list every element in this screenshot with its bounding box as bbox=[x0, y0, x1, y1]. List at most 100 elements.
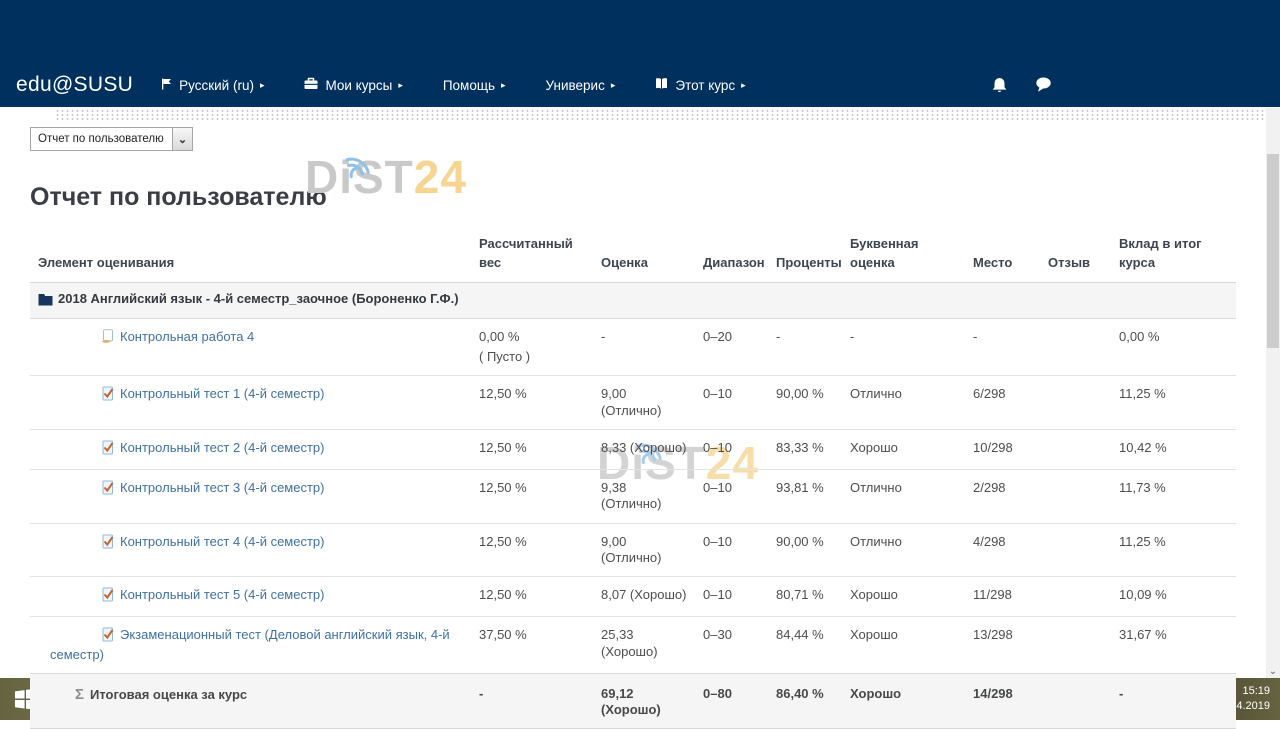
report-type-select[interactable]: Отчет по пользователю ⌄ bbox=[30, 127, 193, 151]
nav-item-label: Русский (ru) bbox=[179, 78, 254, 93]
table-row: Экзаменационный тест (Деловой английский… bbox=[30, 617, 1236, 674]
rank-value: 2/298 bbox=[965, 470, 1040, 524]
chevron-down-icon[interactable]: ⌄ bbox=[172, 128, 192, 150]
col-header-weight: Рассчитанный вес bbox=[471, 225, 593, 282]
weight-value: 12,50 % bbox=[471, 376, 593, 430]
scrollbar-down-arrow-icon[interactable]: ⌄ bbox=[1266, 667, 1280, 677]
table-row: Контрольный тест 4 (4-й семестр) 12,50 %… bbox=[30, 523, 1236, 577]
range-value: 0–30 bbox=[695, 617, 768, 674]
grade-value: - bbox=[593, 318, 695, 376]
weight-value: 12,50 % bbox=[471, 523, 593, 577]
scrollbar-thumb[interactable] bbox=[1267, 154, 1279, 348]
grade-value: 9,38 (Отлично) bbox=[593, 470, 695, 524]
table-header-row: Элемент оценивания Рассчитанный вес Оцен… bbox=[30, 225, 1236, 282]
col-header-range: Диапазон bbox=[695, 225, 768, 282]
dist24-watermark: DiST24 bbox=[305, 150, 467, 204]
folder-icon bbox=[38, 293, 53, 310]
grade-item-link[interactable]: Контрольный тест 5 (4-й семестр) bbox=[120, 587, 324, 602]
percent-value: 90,00 % bbox=[768, 376, 842, 430]
contribution-value: 0,00 % bbox=[1111, 318, 1236, 376]
percent-value: 83,33 % bbox=[768, 429, 842, 469]
briefcase-icon bbox=[304, 77, 318, 93]
weight-value: 37,50 % bbox=[471, 617, 593, 674]
page-title: Отчет по пользователю bbox=[30, 183, 327, 212]
site-header: edu@SUSU Русский (ru) ▸ Мои курсы ▸ Помо… bbox=[0, 0, 1280, 107]
table-row: Контрольный тест 1 (4-й семестр) 12,50 %… bbox=[30, 376, 1236, 430]
nav-item-language[interactable]: Русский (ru) ▸ bbox=[161, 78, 264, 93]
site-logo[interactable]: edu@SUSU bbox=[16, 73, 133, 97]
notifications-bell-icon[interactable] bbox=[992, 77, 1007, 94]
feedback-value bbox=[1040, 617, 1111, 674]
range-value: 0–80 bbox=[695, 673, 768, 729]
wifi-signal-icon bbox=[343, 137, 379, 191]
grade-value: 25,33 (Хорошо) bbox=[593, 617, 695, 674]
assignment-icon bbox=[75, 329, 115, 348]
nav-item-label: Универис bbox=[546, 78, 605, 93]
weight-value: - bbox=[471, 673, 593, 729]
percent-value: 84,44 % bbox=[768, 617, 842, 674]
report-type-select-value: Отчет по пользователю bbox=[31, 128, 172, 150]
letter-value: Отлично bbox=[842, 523, 965, 577]
letter-value: Отлично bbox=[842, 470, 965, 524]
contribution-value: 10,42 % bbox=[1111, 429, 1236, 469]
nav-item-univeris[interactable]: Универис ▸ bbox=[546, 78, 616, 93]
percent-value: 80,71 % bbox=[768, 577, 842, 617]
nav-item-label: Мои курсы bbox=[325, 78, 392, 93]
range-value: 0–10 bbox=[695, 523, 768, 577]
page-texture bbox=[55, 109, 1266, 120]
quiz-icon bbox=[75, 386, 115, 405]
col-header-contribution: Вклад в итог курса bbox=[1111, 225, 1236, 282]
col-header-grade: Оценка bbox=[593, 225, 695, 282]
table-row: Контрольный тест 2 (4-й семестр) 12,50 %… bbox=[30, 429, 1236, 469]
weight-value: 12,50 % bbox=[471, 577, 593, 617]
range-value: 0–10 bbox=[695, 577, 768, 617]
col-header-feedback: Отзыв bbox=[1040, 225, 1111, 282]
feedback-value bbox=[1040, 429, 1111, 469]
feedback-value bbox=[1040, 577, 1111, 617]
nav-item-my-courses[interactable]: Мои курсы ▸ bbox=[304, 77, 402, 93]
grade-item-link[interactable]: Контрольный тест 3 (4-й семестр) bbox=[120, 480, 324, 495]
grade-item-link[interactable]: Контрольный тест 2 (4-й семестр) bbox=[120, 440, 324, 455]
caret-right-icon: ▸ bbox=[741, 80, 746, 91]
range-value: 0–10 bbox=[695, 376, 768, 430]
letter-value: Хорошо bbox=[842, 429, 965, 469]
col-header-rank: Место bbox=[965, 225, 1040, 282]
percent-value: 93,81 % bbox=[768, 470, 842, 524]
percent-value: - bbox=[768, 318, 842, 376]
feedback-value bbox=[1040, 376, 1111, 430]
rank-value: 11/298 bbox=[965, 577, 1040, 617]
course-total-label: Итоговая оценка за курс bbox=[90, 687, 247, 702]
screen: edu@SUSU Русский (ru) ▸ Мои курсы ▸ Помо… bbox=[0, 0, 1280, 720]
weight-value: 0,00 % bbox=[479, 329, 585, 345]
rank-value: 10/298 bbox=[965, 429, 1040, 469]
book-icon bbox=[655, 77, 668, 93]
nav-item-help[interactable]: Помощь ▸ bbox=[443, 78, 506, 93]
caret-right-icon: ▸ bbox=[398, 80, 403, 91]
caret-right-icon: ▸ bbox=[501, 80, 506, 91]
rank-value: - bbox=[965, 318, 1040, 376]
weight-note: ( Пусто ) bbox=[479, 349, 585, 365]
quiz-icon bbox=[75, 534, 115, 553]
navbar-right-icons bbox=[992, 77, 1052, 94]
letter-value: Хорошо bbox=[842, 577, 965, 617]
grade-item-link[interactable]: Контрольная работа 4 bbox=[120, 329, 254, 344]
contribution-value: 11,73 % bbox=[1111, 470, 1236, 524]
feedback-value bbox=[1040, 523, 1111, 577]
range-value: 0–10 bbox=[695, 429, 768, 469]
nav-item-label: Этот курс bbox=[675, 78, 735, 93]
grades-table: Элемент оценивания Рассчитанный вес Оцен… bbox=[30, 225, 1236, 729]
percent-value: 86,40 % bbox=[768, 673, 842, 729]
letter-value: Хорошо bbox=[842, 673, 965, 729]
main-navbar: edu@SUSU Русский (ru) ▸ Мои курсы ▸ Помо… bbox=[0, 68, 1280, 102]
messages-chat-icon[interactable] bbox=[1035, 77, 1052, 93]
grade-item-link[interactable]: Контрольный тест 4 (4-й семестр) bbox=[120, 534, 324, 549]
weight-value: 12,50 % bbox=[471, 470, 593, 524]
contribution-value: 31,67 % bbox=[1111, 617, 1236, 674]
grade-value: 69,12 (Хорошо) bbox=[593, 673, 695, 729]
grade-value: 9,00 (Отлично) bbox=[593, 523, 695, 577]
quiz-icon bbox=[75, 480, 115, 499]
vertical-scrollbar[interactable]: ⌄ bbox=[1266, 108, 1280, 678]
range-value: 0–10 bbox=[695, 470, 768, 524]
grade-item-link[interactable]: Контрольный тест 1 (4-й семестр) bbox=[120, 386, 324, 401]
nav-item-this-course[interactable]: Этот курс ▸ bbox=[655, 77, 745, 93]
